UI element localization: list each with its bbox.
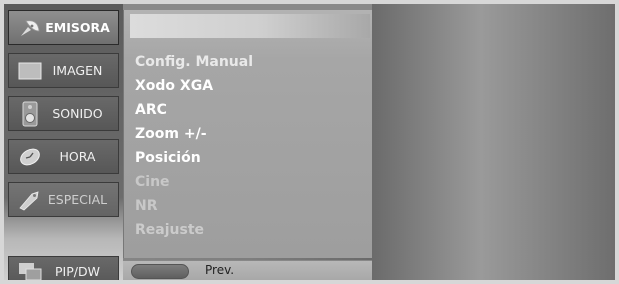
menu-item-reajuste[interactable]: Reajuste: [135, 218, 253, 242]
menu-item-posicion[interactable]: Posición: [135, 146, 253, 170]
satellite-dish-icon: [17, 16, 43, 40]
prev-button[interactable]: [131, 264, 189, 279]
submenu-list: Config. Manual Xodo XGA ARC Zoom +/- Pos…: [135, 50, 253, 242]
sidebar-item-imagen[interactable]: IMAGEN: [8, 53, 119, 88]
sidebar-item-label: SONIDO: [52, 106, 103, 121]
sidebar-item-label: EMISORA: [45, 20, 110, 35]
sidebar-item-label: PIP/DW: [55, 263, 100, 279]
speaker-icon: [17, 101, 43, 126]
menu-item-arc[interactable]: ARC: [135, 98, 253, 122]
tv-osd-screen: EMISORA IMAGEN SONIDO HORA ESPECIAL PIP/…: [4, 4, 615, 280]
sidebar-item-label: ESPECIAL: [47, 192, 108, 207]
sidebar-item-pip-dw[interactable]: PIP/DW: [8, 256, 119, 280]
picture-icon: [17, 59, 43, 83]
tag-icon: [17, 188, 43, 212]
sidebar-item-sonido[interactable]: SONIDO: [8, 96, 119, 131]
menu-item-config-manual[interactable]: Config. Manual: [135, 50, 253, 74]
sidebar: EMISORA IMAGEN SONIDO HORA ESPECIAL PIP/…: [4, 4, 123, 280]
footer-bar: Prev.: [123, 260, 372, 280]
menu-item-cine[interactable]: Cine: [135, 170, 253, 194]
sidebar-item-especial[interactable]: ESPECIAL: [8, 182, 119, 217]
submenu-header-bar: [130, 14, 370, 38]
prev-label: Prev.: [205, 263, 235, 277]
menu-item-nr[interactable]: NR: [135, 194, 253, 218]
sidebar-item-label: HORA: [59, 149, 96, 164]
clock-icon: [17, 145, 43, 169]
sidebar-item-emisora[interactable]: EMISORA: [8, 10, 119, 45]
menu-item-xodo-xga[interactable]: Xodo XGA: [135, 74, 253, 98]
sidebar-item-label: IMAGEN: [52, 63, 103, 78]
submenu-panel: Config. Manual Xodo XGA ARC Zoom +/- Pos…: [123, 10, 372, 258]
menu-item-zoom[interactable]: Zoom +/-: [135, 122, 253, 146]
pip-icon: [17, 259, 43, 280]
sidebar-item-hora[interactable]: HORA: [8, 139, 119, 174]
